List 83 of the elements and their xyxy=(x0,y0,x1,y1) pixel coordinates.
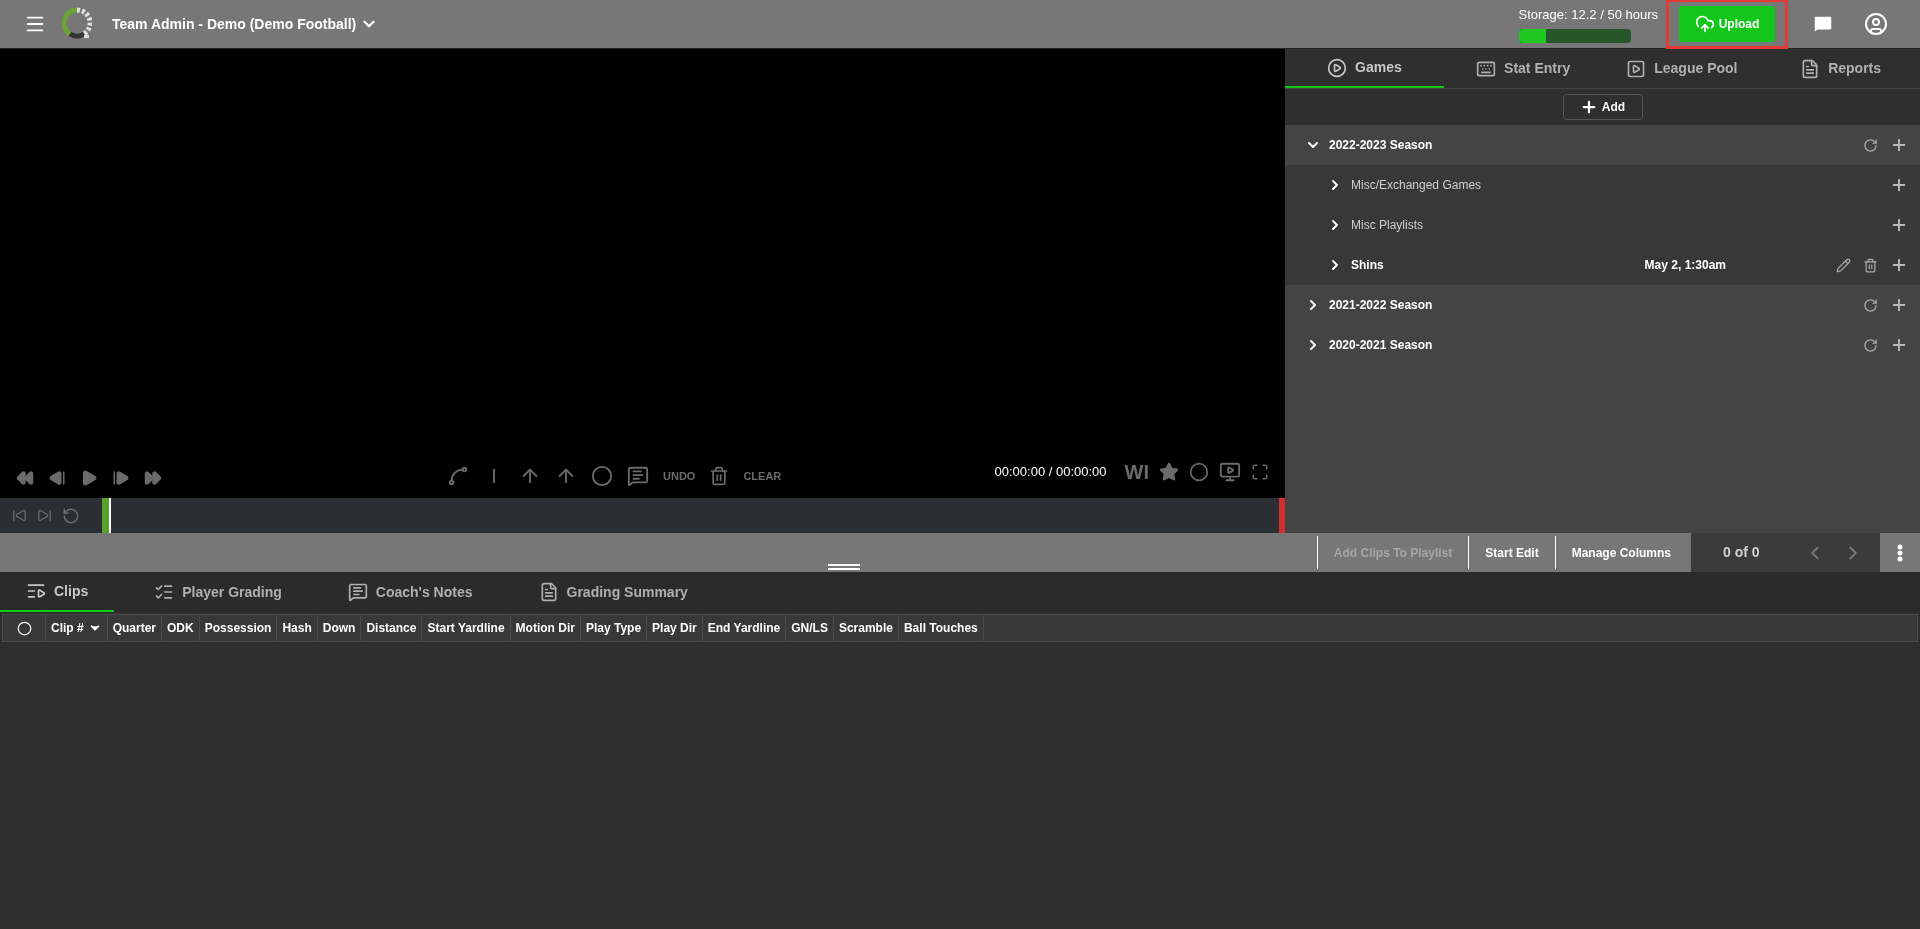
bottom-tab[interactable]: Coach's Notes xyxy=(321,572,499,612)
season-label: 2022-2023 Season xyxy=(1329,137,1433,154)
resize-handle[interactable] xyxy=(828,564,860,570)
panel-tab[interactable]: League Pool xyxy=(1602,49,1762,88)
add-icon[interactable] xyxy=(1890,136,1908,154)
folder-row[interactable]: Misc/Exchanged Games xyxy=(1285,165,1920,205)
column-header[interactable]: Play Type xyxy=(580,615,648,641)
add-icon[interactable] xyxy=(1890,216,1908,234)
season-label: 2021-2022 Season xyxy=(1329,297,1433,314)
circle-icon[interactable] xyxy=(1189,462,1209,482)
column-header[interactable]: Ball Touches xyxy=(898,615,984,641)
column-header[interactable]: ODK xyxy=(162,615,200,641)
fullscreen-icon[interactable] xyxy=(1251,463,1269,481)
refresh-icon[interactable] xyxy=(1863,337,1878,353)
column-header[interactable]: Start Yardline xyxy=(422,615,511,641)
clip-count: 0 of 0 xyxy=(1723,543,1760,562)
step-forward-icon[interactable] xyxy=(112,469,130,487)
bottom-tab[interactable]: Grading Summary xyxy=(512,572,714,612)
edit-icon[interactable] xyxy=(1836,257,1851,273)
column-header[interactable]: Distance xyxy=(361,615,423,641)
circle-icon[interactable] xyxy=(591,465,613,487)
folder-label: Shins xyxy=(1351,257,1384,274)
comment-icon[interactable] xyxy=(627,465,649,487)
skip-back-icon[interactable] xyxy=(12,508,27,523)
undo-button[interactable]: UNDO xyxy=(663,467,696,485)
select-all-icon[interactable] xyxy=(16,620,32,636)
delete-icon[interactable] xyxy=(709,466,730,486)
folder-row[interactable]: Misc Playlists xyxy=(1285,205,1920,245)
column-header[interactable]: Quarter xyxy=(107,615,163,641)
column-header[interactable]: Play Dir xyxy=(647,615,703,641)
refresh-icon[interactable] xyxy=(1863,137,1878,153)
time-display: 00:00:00 / 00:00:00 xyxy=(994,463,1107,482)
column-header[interactable]: Scramble xyxy=(833,615,899,641)
rewind-icon[interactable] xyxy=(16,469,34,487)
chat-icon[interactable] xyxy=(1812,13,1834,35)
add-icon[interactable] xyxy=(1890,336,1908,354)
column-header[interactable]: Down xyxy=(317,615,362,641)
bottom-tab[interactable]: Clips xyxy=(0,572,115,612)
video-settings-icon[interactable] xyxy=(1219,461,1241,483)
fast-forward-icon[interactable] xyxy=(144,469,162,487)
checklist-icon xyxy=(154,582,175,602)
add-icon[interactable] xyxy=(1890,176,1908,194)
wi-label[interactable]: WI xyxy=(1124,457,1149,487)
column-header[interactable]: Motion Dir xyxy=(510,615,581,641)
freehand-icon[interactable] xyxy=(447,465,469,487)
column-header[interactable]: GN/LS xyxy=(786,615,834,641)
cloud-upload-icon xyxy=(1694,14,1715,34)
logo-icon xyxy=(62,7,92,41)
game-date: May 2, 1:30am xyxy=(1644,257,1726,274)
skip-forward-icon[interactable] xyxy=(37,508,52,523)
step-back-icon[interactable] xyxy=(48,469,66,487)
list-icon xyxy=(26,581,46,601)
add-icon[interactable] xyxy=(1890,256,1908,274)
timeline-start-marker[interactable] xyxy=(102,498,111,533)
team-title[interactable]: Team Admin - Demo (Demo Football) xyxy=(112,13,357,35)
bottom-tab[interactable]: Player Grading xyxy=(128,572,308,612)
comment-icon xyxy=(347,582,368,602)
folder-label: Misc Playlists xyxy=(1351,217,1423,234)
refresh-icon[interactable] xyxy=(1863,297,1878,313)
column-header[interactable]: Clip # xyxy=(46,615,108,641)
storage-label: Storage: 12.2 / 50 hours xyxy=(1518,6,1658,25)
timeline-end-marker[interactable] xyxy=(1279,498,1285,533)
folder-row[interactable]: Shins May 2, 1:30am xyxy=(1285,245,1920,285)
panel-tab[interactable]: Stat Entry xyxy=(1443,49,1603,88)
column-header[interactable]: End Yardline xyxy=(702,615,787,641)
folder-label: Misc/Exchanged Games xyxy=(1351,177,1482,194)
column-header[interactable]: Possession xyxy=(199,615,278,641)
toolbar-button[interactable]: Start Edit xyxy=(1468,536,1555,569)
add-button[interactable]: Add xyxy=(1562,94,1643,120)
clear-button[interactable]: CLEAR xyxy=(743,467,782,485)
more-icon xyxy=(1897,543,1903,562)
season-label: 2020-2021 Season xyxy=(1329,337,1433,354)
panel-tab[interactable]: Reports xyxy=(1761,49,1920,88)
document-icon xyxy=(1800,58,1821,79)
star-icon[interactable] xyxy=(1159,462,1179,482)
add-icon[interactable] xyxy=(1890,296,1908,314)
delete-icon[interactable] xyxy=(1863,257,1878,273)
account-icon[interactable] xyxy=(1864,12,1888,36)
toolbar-button[interactable]: Manage Columns xyxy=(1554,536,1687,569)
play-circle-icon xyxy=(1327,57,1347,78)
replay-icon[interactable] xyxy=(62,506,80,525)
column-header[interactable]: Hash xyxy=(277,615,318,641)
play-icon[interactable] xyxy=(80,469,98,487)
